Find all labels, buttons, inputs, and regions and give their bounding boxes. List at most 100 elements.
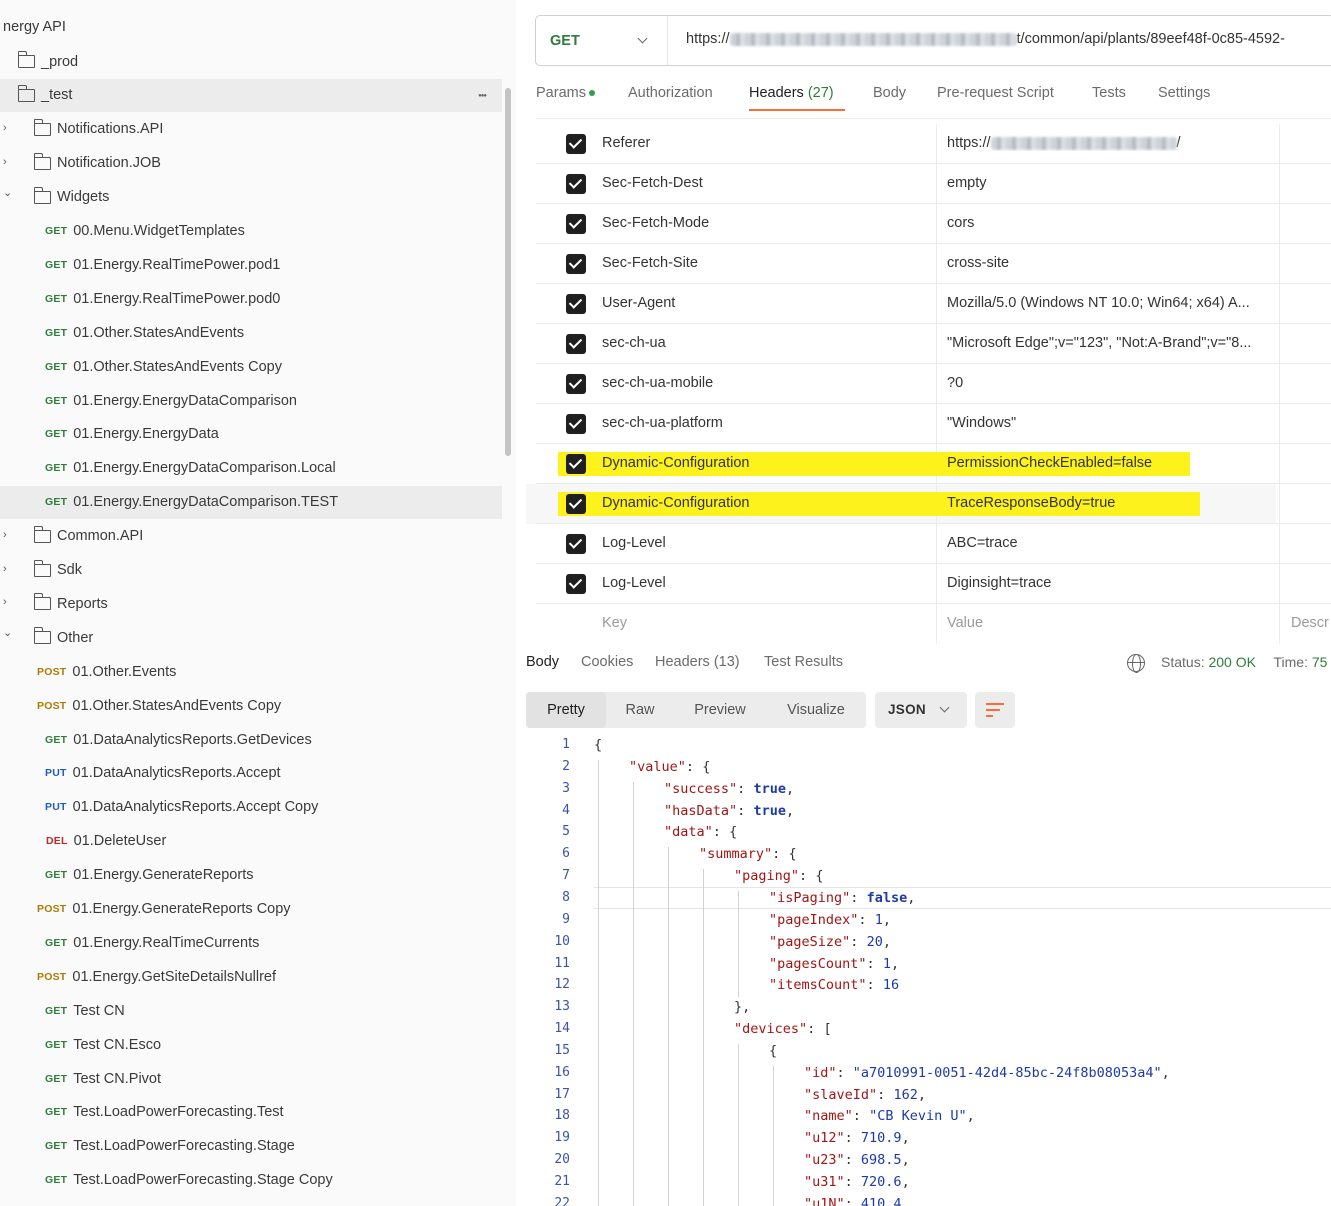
- header-enabled-checkbox[interactable]: [566, 214, 586, 234]
- chevron-right-icon[interactable]: ›: [3, 156, 7, 168]
- tab-tests[interactable]: Tests: [1092, 85, 1126, 101]
- chevron-right-icon[interactable]: ›: [3, 529, 7, 541]
- tab-headers[interactable]: Headers (27): [749, 85, 834, 101]
- more-options-icon[interactable]: ●●●: [478, 93, 487, 99]
- tree-folder[interactable]: › Notifications.API: [0, 113, 502, 146]
- header-value[interactable]: https:// /: [947, 135, 1181, 151]
- tree-folder[interactable]: _prod: [0, 45, 502, 78]
- tab-settings[interactable]: Settings: [1158, 85, 1210, 101]
- header-key[interactable]: Sec-Fetch-Site: [602, 255, 698, 271]
- tree-folder[interactable]: › Common.API: [0, 520, 502, 553]
- header-key[interactable]: Dynamic-Configuration: [602, 455, 749, 471]
- tree-folder[interactable]: ⌄ Widgets: [0, 181, 502, 214]
- header-key[interactable]: sec-ch-ua-platform: [602, 415, 723, 431]
- tree-folder[interactable]: _test ●●●: [0, 78, 502, 112]
- tree-request[interactable]: POST 01.Energy.GetSiteDetailsNullref: [0, 960, 502, 993]
- wrap-lines-button[interactable]: [975, 692, 1015, 728]
- tree-request[interactable]: POST 01.Other.Events: [0, 655, 502, 688]
- header-key[interactable]: sec-ch-ua: [602, 335, 666, 351]
- header-enabled-checkbox[interactable]: [566, 134, 586, 154]
- header-value[interactable]: cross-site: [947, 255, 1009, 271]
- chevron-right-icon[interactable]: ›: [3, 122, 7, 134]
- tree-request[interactable]: GET Test CN: [0, 994, 502, 1027]
- header-enabled-checkbox[interactable]: [566, 534, 586, 554]
- tree-request[interactable]: GET Test.LoadPowerForecasting.Stage Copy: [0, 1164, 502, 1197]
- tab-body[interactable]: Body: [873, 85, 906, 101]
- tree-request[interactable]: GET 01.DataAnalyticsReports.GetDevices: [0, 723, 502, 756]
- tree-request[interactable]: PUT 01.DataAnalyticsReports.Accept: [0, 757, 502, 790]
- header-enabled-checkbox[interactable]: [566, 374, 586, 394]
- tree-request[interactable]: GET 01.Other.StatesAndEvents Copy: [0, 350, 502, 383]
- header-enabled-checkbox[interactable]: [566, 494, 586, 514]
- header-value[interactable]: cors: [947, 215, 974, 231]
- header-key[interactable]: Referer: [602, 135, 650, 151]
- header-value[interactable]: PermissionCheckEnabled=false: [947, 455, 1152, 471]
- new-header-key-input[interactable]: Key: [602, 615, 627, 631]
- tree-request[interactable]: GET 01.Energy.EnergyData: [0, 418, 502, 451]
- format-raw[interactable]: Raw: [606, 692, 674, 728]
- tree-request[interactable]: GET Test.LoadPowerForecasting.Stage: [0, 1130, 502, 1163]
- header-value[interactable]: ABC=trace: [947, 535, 1018, 551]
- header-value[interactable]: empty: [947, 175, 987, 191]
- header-value[interactable]: ?0: [947, 375, 963, 391]
- tree-request[interactable]: GET 01.Energy.RealTimePower.pod1: [0, 248, 502, 281]
- chevron-down-icon[interactable]: ⌄: [3, 626, 12, 639]
- tree-request[interactable]: GET 01.Energy.GenerateReports: [0, 859, 502, 892]
- format-pretty[interactable]: Pretty: [526, 692, 606, 728]
- header-enabled-checkbox[interactable]: [566, 334, 586, 354]
- tab-params[interactable]: Params: [536, 85, 595, 101]
- tree-folder[interactable]: ⌄ Other: [0, 621, 502, 654]
- header-value[interactable]: TraceResponseBody=true: [947, 495, 1115, 511]
- tree-folder[interactable]: › Reports: [0, 587, 502, 620]
- header-value[interactable]: Mozilla/5.0 (Windows NT 10.0; Win64; x64…: [947, 295, 1250, 311]
- tree-request[interactable]: GET 01.Energy.RealTimeCurrents: [0, 926, 502, 959]
- tree-request[interactable]: PUT 01.DataAnalyticsReports.Accept Copy: [0, 791, 502, 824]
- header-key[interactable]: Sec-Fetch-Dest: [602, 175, 703, 191]
- tree-request[interactable]: GET Test CN.Esco: [0, 1028, 502, 1061]
- chevron-right-icon[interactable]: ›: [3, 596, 7, 608]
- tab-authorization[interactable]: Authorization: [628, 85, 713, 101]
- new-header-description-input[interactable]: Descr: [1291, 615, 1329, 631]
- header-value[interactable]: "Windows": [947, 415, 1016, 431]
- sidebar-scrollbar[interactable]: [505, 88, 511, 456]
- header-key[interactable]: Log-Level: [602, 535, 666, 551]
- tree-request[interactable]: GET 01.Energy.RealTimePower.pod0: [0, 282, 502, 315]
- tab-pre-request-script[interactable]: Pre-request Script: [937, 85, 1054, 101]
- tree-request[interactable]: GET 01.Energy.EnergyDataComparison.Local: [0, 452, 502, 485]
- header-enabled-checkbox[interactable]: [566, 454, 586, 474]
- header-enabled-checkbox[interactable]: [566, 294, 586, 314]
- header-key[interactable]: Dynamic-Configuration: [602, 495, 749, 511]
- header-value[interactable]: "Microsoft Edge";v="123", "Not:A-Brand";…: [947, 335, 1251, 351]
- response-tab-test-results[interactable]: Test Results: [764, 654, 843, 670]
- new-header-value-input[interactable]: Value: [947, 615, 983, 631]
- header-enabled-checkbox[interactable]: [566, 574, 586, 594]
- header-key[interactable]: Log-Level: [602, 575, 666, 591]
- tree-request[interactable]: GET 01.Energy.EnergyDataComparison.TEST: [0, 485, 502, 519]
- tree-request[interactable]: GET Test.LoadPowerForecasting.Test: [0, 1096, 502, 1129]
- format-preview[interactable]: Preview: [674, 692, 766, 728]
- header-value[interactable]: Diginsight=trace: [947, 575, 1051, 591]
- language-select[interactable]: JSON: [875, 692, 967, 728]
- response-tab-body[interactable]: Body: [526, 654, 559, 670]
- tree-request[interactable]: GET 00.Menu.WidgetTemplates: [0, 215, 502, 248]
- tree-folder[interactable]: › Sdk: [0, 554, 502, 587]
- tree-request[interactable]: DEL 01.DeleteUser: [0, 825, 502, 858]
- header-key[interactable]: User-Agent: [602, 295, 675, 311]
- tree-request[interactable]: POST 01.Other.StatesAndEvents Copy: [0, 689, 502, 722]
- tree-request[interactable]: GET 01.Other.StatesAndEvents: [0, 316, 502, 349]
- header-key[interactable]: Sec-Fetch-Mode: [602, 215, 709, 231]
- tree-request[interactable]: GET 01.Energy.EnergyDataComparison: [0, 384, 502, 417]
- header-enabled-checkbox[interactable]: [566, 174, 586, 194]
- tree-folder[interactable]: › Notification.JOB: [0, 147, 502, 180]
- chevron-right-icon[interactable]: ›: [3, 563, 7, 575]
- response-tab-headers[interactable]: Headers (13): [655, 654, 740, 670]
- response-tab-cookies[interactable]: Cookies: [581, 654, 633, 670]
- tree-request[interactable]: POST 01.Energy.GenerateReports Copy: [0, 893, 502, 926]
- format-visualize[interactable]: Visualize: [766, 692, 866, 728]
- tree-request[interactable]: GET Test CN.Pivot: [0, 1062, 502, 1095]
- header-enabled-checkbox[interactable]: [566, 414, 586, 434]
- collection-title[interactable]: nergy API: [3, 19, 66, 35]
- response-body-editor[interactable]: 1{2 "value": {3 "success": true, 4 "hasData"…: [516, 735, 1331, 1206]
- url-input[interactable]: https:// t/common/api/plants/89eef48f-0c8…: [686, 31, 1285, 47]
- chevron-down-icon[interactable]: ⌄: [3, 186, 12, 199]
